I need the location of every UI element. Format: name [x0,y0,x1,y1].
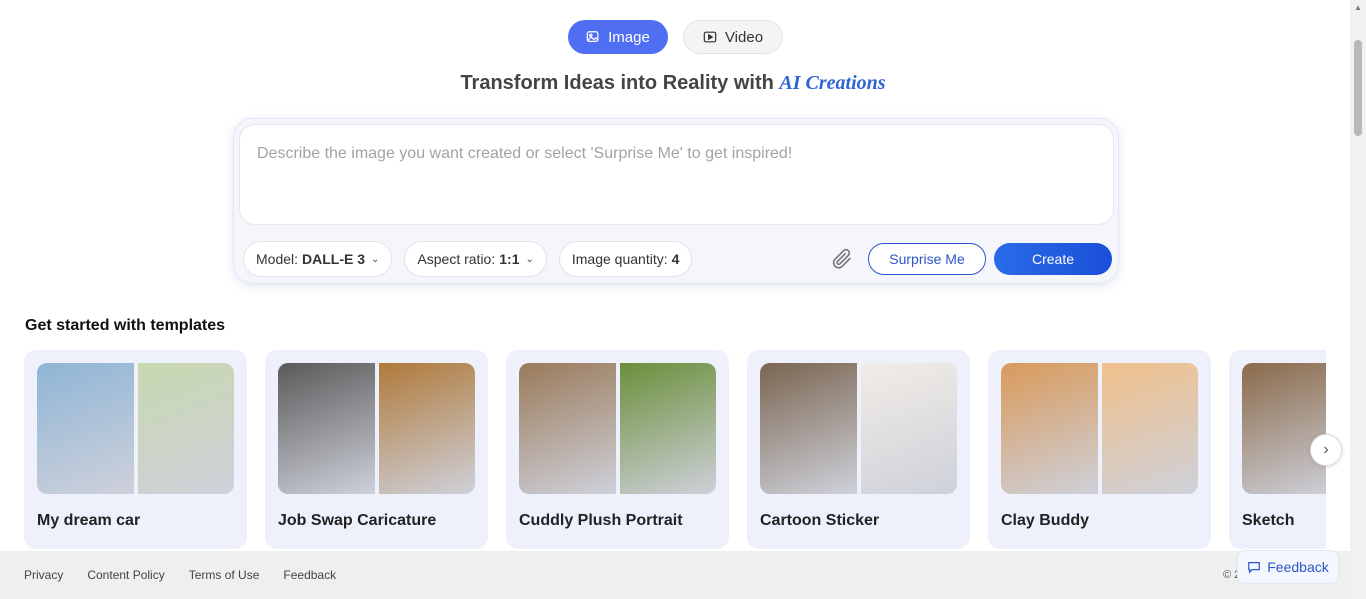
aspect-label: Aspect ratio: [417,251,496,267]
template-preview [278,363,475,494]
template-after-image [860,363,957,494]
model-label: Model: [256,251,299,267]
chat-icon [1248,562,1261,574]
footer-link-content-policy[interactable]: Content Policy [87,568,164,582]
feedback-label: Feedback [1267,559,1329,575]
template-label: My dream car [37,512,141,529]
quantity-label: Image quantity: [571,251,668,267]
chevron-right-icon[interactable]: › [1310,434,1342,466]
image-quantity-selector[interactable]: Image quantity: 4 [558,241,693,277]
chevron-down-icon: ⌄ [371,253,380,265]
template-label: Job Swap Caricature [278,512,437,529]
template-card[interactable]: Clay Buddy [988,350,1211,549]
headline-accent: AI Creations [779,72,886,94]
scroll-thumb[interactable] [1354,40,1362,136]
quantity-value: 4 [671,251,680,267]
template-before-image [1001,363,1098,494]
template-before-image [1242,363,1326,494]
template-preview [1242,363,1326,494]
feedback-button[interactable]: Feedback [1237,550,1339,584]
template-before-image [519,363,616,494]
image-icon [586,31,599,42]
image-mode-button[interactable]: Image [568,20,668,54]
mode-toggle: Image Video [568,20,783,54]
video-icon [703,31,717,43]
templates-title: Get started with templates [25,317,226,334]
template-after-image [378,363,475,494]
scroll-up-icon[interactable]: ▲ [1354,3,1362,12]
video-mode-label: Video [724,28,764,46]
image-mode-label: Image [608,28,650,46]
template-after-image [1101,363,1198,494]
template-after-image [619,363,716,494]
template-before-image [278,363,375,494]
footer-link-feedback[interactable]: Feedback [283,568,336,582]
model-selector[interactable]: Model: DALL-E 3 ⌄ [243,241,393,277]
template-preview [1001,363,1198,494]
headline-main: Transform Ideas into Reality with [460,72,774,94]
prompt-input[interactable]: Describe the image you want created or s… [239,124,1114,225]
model-value: DALL-E 3 [302,251,366,267]
template-card[interactable]: Cartoon Sticker [747,350,970,549]
template-label: Sketch [1242,512,1295,529]
footer-link-terms-of-use[interactable]: Terms of Use [189,568,260,582]
template-preview [37,363,234,494]
template-label: Cuddly Plush Portrait [519,512,683,529]
prompt-controls: Model: DALL-E 3 ⌄ Aspect ratio: 1:1 ⌄ Im… [243,241,1112,277]
footer-link-privacy[interactable]: Privacy [24,568,63,582]
page-headline: Transform Ideas into Reality with AI Cre… [0,72,1346,95]
template-card[interactable]: Cuddly Plush Portrait [506,350,729,549]
template-card[interactable]: My dream car [24,350,247,549]
prompt-placeholder: Describe the image you want created or s… [257,145,793,162]
footer: Privacy Content Policy Terms of Use Feedbac… [0,551,1350,599]
chevron-down-icon: ⌄ [525,253,534,265]
template-before-image [37,363,134,494]
surprise-me-button[interactable]: Surprise Me [868,243,986,275]
template-preview [760,363,957,494]
video-mode-button[interactable]: Video [683,20,783,54]
template-preview [519,363,716,494]
aspect-ratio-selector[interactable]: Aspect ratio: 1:1 ⌄ [404,241,547,277]
template-label: Cartoon Sticker [760,512,880,529]
scrollbar[interactable]: ▲ [1350,0,1366,599]
paperclip-icon[interactable] [830,247,854,271]
create-button[interactable]: Create [994,243,1112,275]
aspect-value: 1:1 [499,251,520,267]
templates-carousel: My dream car Job Swap Caricature Cuddly Pl… [24,350,1326,550]
template-before-image [760,363,857,494]
template-card[interactable]: Job Swap Caricature [265,350,488,549]
template-after-image [137,363,234,494]
template-label: Clay Buddy [1001,512,1090,529]
prompt-card: Describe the image you want created or s… [233,118,1119,284]
